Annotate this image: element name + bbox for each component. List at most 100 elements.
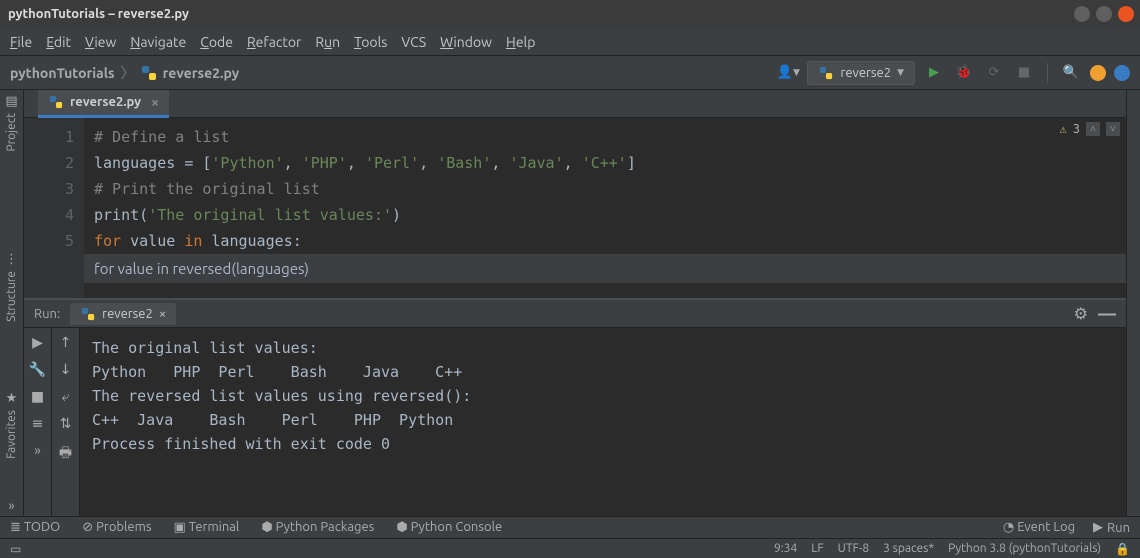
project-tool-label[interactable]: Project bbox=[5, 113, 18, 152]
warning-count: 3 bbox=[1073, 122, 1080, 136]
output-line: The reversed list values using reversed(… bbox=[92, 384, 1114, 408]
code-text: : bbox=[293, 232, 302, 250]
encoding[interactable]: UTF-8 bbox=[838, 542, 869, 556]
code-text: # Print the original list bbox=[94, 180, 320, 198]
output-line: The original list values: bbox=[92, 336, 1114, 360]
minimize-button[interactable] bbox=[1074, 6, 1090, 22]
run-config-selector[interactable]: reverse2 ▼ bbox=[807, 61, 915, 85]
breadcrumb-project[interactable]: pythonTutorials bbox=[10, 65, 115, 81]
search-icon[interactable]: 🔍 bbox=[1060, 62, 1082, 84]
run-tab[interactable]: ▶ Run bbox=[1093, 520, 1130, 535]
stop-icon[interactable]: ■ bbox=[31, 388, 44, 405]
inlay-hint: for value in reversed(languages) bbox=[84, 254, 1126, 283]
menu-edit[interactable]: Edit bbox=[46, 34, 71, 50]
soft-wrap-icon[interactable]: ⤶ bbox=[62, 388, 70, 405]
editor-inspections[interactable]: ⚠ 3 ˄ ˅ bbox=[1060, 122, 1120, 136]
terminal-tab[interactable]: ▣ Terminal bbox=[173, 520, 239, 535]
console-tab[interactable]: ⬢ Python Console bbox=[396, 520, 502, 535]
lock-icon[interactable]: 🔒 bbox=[1115, 542, 1130, 556]
menu-help[interactable]: Help bbox=[506, 34, 535, 50]
run-tool-window: Run: reverse2 × ⚙ — ▶ 🔧 ■ ≡ » ↑ ↓ ⤶ ⇅ 🖶 bbox=[24, 298, 1126, 516]
interpreter[interactable]: Python 3.8 (pythonTutorials) bbox=[948, 542, 1101, 556]
right-tool-strip bbox=[1126, 90, 1140, 516]
structure-tool-label[interactable]: Structure bbox=[5, 271, 18, 322]
down-icon[interactable]: ↓ bbox=[60, 361, 72, 378]
code-text: 'Perl' bbox=[365, 154, 419, 172]
print-icon[interactable]: 🖶 bbox=[59, 442, 72, 466]
code-area[interactable]: ⚠ 3 ˄ ˅ # Define a list languages = ['Py… bbox=[84, 118, 1126, 298]
breadcrumb-file[interactable]: reverse2.py bbox=[163, 65, 240, 81]
menu-navigate[interactable]: Navigate bbox=[130, 34, 186, 50]
console-output[interactable]: The original list values: Python PHP Per… bbox=[80, 328, 1126, 516]
layout-icon[interactable]: ≡ bbox=[32, 415, 44, 432]
menu-bar: File Edit View Navigate Code Refactor Ru… bbox=[0, 28, 1140, 56]
ide-settings-icon[interactable] bbox=[1114, 65, 1130, 81]
wrench-icon[interactable]: 🔧 bbox=[29, 361, 46, 378]
code-text: = [ bbox=[184, 154, 211, 172]
editor-tab-bar: reverse2.py × bbox=[24, 90, 1126, 118]
run-toolbar-primary: ▶ 🔧 ■ ≡ » bbox=[24, 328, 52, 516]
gear-icon[interactable]: ⚙ bbox=[1074, 304, 1088, 323]
project-tool-icon[interactable]: ▤ bbox=[5, 94, 17, 109]
menu-run[interactable]: Run bbox=[315, 34, 340, 50]
up-icon[interactable]: ↑ bbox=[60, 334, 72, 351]
line-number: 1 bbox=[24, 124, 84, 150]
prev-highlight-icon[interactable]: ˄ bbox=[1086, 122, 1100, 136]
run-button[interactable]: ▶ bbox=[923, 62, 945, 84]
coverage-button[interactable]: ⟳ bbox=[983, 62, 1005, 84]
more-icon[interactable]: » bbox=[34, 442, 41, 458]
menu-tools[interactable]: Tools bbox=[354, 34, 387, 50]
code-text: for bbox=[94, 232, 130, 250]
line-number: 4 bbox=[24, 202, 84, 228]
output-line: C++ Java Bash Perl PHP Python bbox=[92, 408, 1114, 432]
code-text: ] bbox=[627, 154, 636, 172]
close-button[interactable] bbox=[1118, 6, 1134, 22]
close-run-tab-icon[interactable]: × bbox=[159, 307, 166, 321]
editor-tab[interactable]: reverse2.py × bbox=[38, 90, 169, 118]
close-tab-icon[interactable]: × bbox=[151, 94, 159, 110]
bottom-tool-tabs: ≣ TODO ⊘ Problems ▣ Terminal ⬢ Python Pa… bbox=[0, 516, 1140, 538]
code-text: languages bbox=[94, 154, 184, 172]
hide-panel-icon[interactable]: — bbox=[1098, 304, 1116, 324]
packages-tab[interactable]: ⬢ Python Packages bbox=[261, 520, 374, 535]
add-config-icon[interactable]: 👤▼ bbox=[777, 62, 799, 84]
code-text: , bbox=[347, 154, 365, 172]
code-text: ( bbox=[139, 206, 148, 224]
status-bar: ▭ 9:34 LF UTF-8 3 spaces* Python 3.8 (py… bbox=[0, 538, 1140, 558]
indent[interactable]: 3 spaces* bbox=[883, 542, 934, 556]
line-number: 3 bbox=[24, 176, 84, 202]
code-text: 'The original list values:' bbox=[148, 206, 392, 224]
favorites-tool-icon[interactable]: ★ bbox=[6, 391, 18, 406]
scroll-icon[interactable]: ⇅ bbox=[60, 415, 72, 432]
todo-tab[interactable]: ≣ TODO bbox=[10, 520, 60, 535]
chevron-down-icon: ▼ bbox=[897, 67, 904, 78]
code-text: 'C++' bbox=[582, 154, 627, 172]
next-highlight-icon[interactable]: ˅ bbox=[1106, 122, 1120, 136]
status-icon[interactable]: ▭ bbox=[10, 542, 21, 556]
run-tab[interactable]: reverse2 × bbox=[70, 303, 176, 325]
structure-tool-icon[interactable]: ⋮ bbox=[5, 252, 18, 267]
ide-update-icon[interactable] bbox=[1090, 65, 1106, 81]
menu-view[interactable]: View bbox=[85, 34, 116, 50]
rerun-icon[interactable]: ▶ bbox=[32, 334, 43, 351]
chevron-right-icon: 〉 bbox=[121, 63, 135, 83]
menu-vcs[interactable]: VCS bbox=[401, 34, 426, 50]
maximize-button[interactable] bbox=[1096, 6, 1112, 22]
favorites-tool-label[interactable]: Favorites bbox=[5, 410, 18, 459]
line-number: 5 bbox=[24, 228, 84, 254]
run-tab-label: reverse2 bbox=[102, 307, 153, 321]
problems-tab[interactable]: ⊘ Problems bbox=[82, 520, 151, 535]
event-log-tab[interactable]: ◔ Event Log bbox=[1003, 520, 1075, 535]
menu-window[interactable]: Window bbox=[440, 34, 492, 50]
menu-file[interactable]: File bbox=[10, 34, 32, 50]
separator bbox=[1047, 63, 1048, 83]
more-tools-icon[interactable]: » bbox=[8, 499, 14, 513]
caret-pos[interactable]: 9:34 bbox=[774, 542, 797, 556]
line-separator[interactable]: LF bbox=[811, 542, 823, 556]
menu-refactor[interactable]: Refactor bbox=[247, 34, 301, 50]
code-text: # Define a list bbox=[94, 128, 229, 146]
code-editor[interactable]: 1 2 3 4 5 ⚠ 3 ˄ ˅ # Define a list langua… bbox=[24, 118, 1126, 298]
debug-button[interactable]: 🐞 bbox=[953, 62, 975, 84]
menu-code[interactable]: Code bbox=[200, 34, 233, 50]
stop-button[interactable]: ■ bbox=[1013, 62, 1035, 84]
